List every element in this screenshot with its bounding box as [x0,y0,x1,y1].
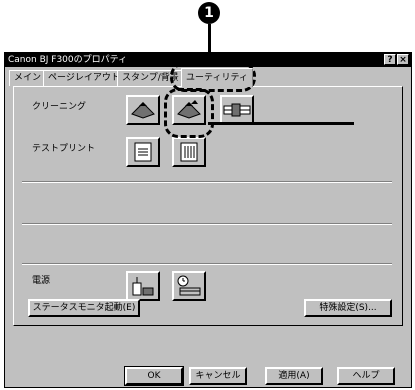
separator-2 [22,223,392,225]
ok-button[interactable]: OK [124,366,184,386]
window-title: Canon BJ F300のプロパティ [8,55,128,65]
cleaning-button[interactable] [126,95,160,125]
special-settings-button[interactable]: 特殊設定(S)... [304,299,392,317]
auto-power-icon [177,275,201,296]
power-label: 電源 [32,276,51,286]
callout-marker-1: 1 [198,2,220,24]
separator-3 [22,263,392,265]
alignment-check-icon [180,142,198,162]
help-title-button[interactable]: ? [384,54,396,65]
tab-page-layout[interactable]: ページレイアウト [43,70,125,86]
power-off-icon [132,277,154,296]
power-off-button[interactable] [126,271,160,301]
close-title-button[interactable]: × [397,54,409,65]
callout-line-2 [208,122,354,125]
cancel-button[interactable]: キャンセル [189,367,247,385]
tab-utility[interactable]: ユーティリティ [181,68,253,87]
nozzle-check-button[interactable] [126,137,160,167]
help-button[interactable]: ヘルプ [337,367,395,385]
print-head-icon [223,103,251,117]
status-monitor-button[interactable]: ステータスモニタ起動(E) [28,299,140,317]
separator-1 [22,181,392,183]
test-print-label: テストプリント [32,144,96,154]
alignment-check-button[interactable] [172,137,206,167]
cleaning-label: クリーニング [32,102,87,112]
apply-button[interactable]: 適用(A) [265,367,323,385]
deep-cleaning-highlight [164,88,214,138]
tab-main[interactable]: メイン [9,70,47,86]
print-head-alignment-button[interactable] [220,95,254,125]
auto-power-button[interactable] [172,271,206,301]
nozzle-check-icon [134,142,152,162]
cleaning-icon [131,102,155,119]
